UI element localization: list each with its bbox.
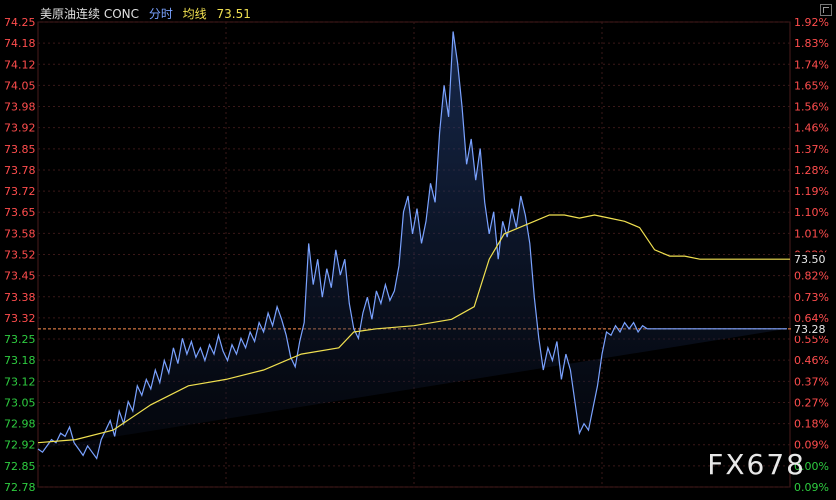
y-tick-label: 74.18 [4, 37, 36, 50]
pct-tick-label: 1.01% [794, 227, 829, 240]
y-tick-label: 74.25 [4, 16, 36, 29]
pct-tick-label: 0.73% [794, 291, 829, 304]
pct-tick-label: 0.82% [794, 270, 829, 283]
y-tick-label: 72.78 [4, 481, 36, 494]
pct-tick-label: 1.46% [794, 122, 829, 135]
y-tick-label: 73.58 [4, 227, 36, 240]
pct-tick-label: 0.09% [794, 481, 829, 494]
pct-tick-label: 1.37% [794, 143, 829, 156]
pct-tick-label: 1.74% [794, 58, 829, 71]
y-tick-label: 74.12 [4, 58, 36, 71]
y-tick-label: 73.32 [4, 312, 36, 325]
last-price-tag: 73.28 [794, 323, 826, 336]
fx678-watermark: FX678 [707, 448, 806, 481]
pct-tick-label: 0.46% [794, 354, 829, 367]
pct-tick-label: 0.18% [794, 418, 829, 431]
pct-tick-label: 1.28% [794, 164, 829, 177]
y-tick-label: 72.92 [4, 439, 36, 452]
y-tick-label: 72.85 [4, 460, 36, 473]
y-tick-label: 73.92 [4, 122, 36, 135]
y-tick-label: 73.05 [4, 396, 36, 409]
y-tick-label: 73.98 [4, 101, 36, 114]
y-tick-label: 73.52 [4, 249, 36, 262]
price-area [38, 31, 787, 459]
pct-tick-label: 1.65% [794, 79, 829, 92]
y-tick-label: 73.85 [4, 143, 36, 156]
y-tick-label: 73.12 [4, 375, 36, 388]
pct-tick-label: 1.10% [794, 206, 829, 219]
y-tick-label: 73.18 [4, 354, 36, 367]
pct-tick-label: 1.19% [794, 185, 829, 198]
y-tick-label: 73.45 [4, 270, 36, 283]
pct-tick-label: 1.92% [794, 16, 829, 29]
y-tick-label: 73.72 [4, 185, 36, 198]
y-tick-label: 73.38 [4, 291, 36, 304]
y-tick-label: 73.65 [4, 206, 36, 219]
pct-tick-label: 0.27% [794, 396, 829, 409]
y-tick-label: 74.05 [4, 79, 36, 92]
y-tick-label: 73.25 [4, 333, 36, 346]
y-tick-label: 72.98 [4, 418, 36, 431]
intraday-chart: 74.25 1.92% 74.18 1.83% 74.12 1.74% 74.05 1.65%… [4, 16, 832, 494]
pct-tick-label: 1.56% [794, 101, 829, 114]
pct-tick-label: 1.83% [794, 37, 829, 50]
last-avg-tag: 73.50 [794, 253, 826, 266]
pct-tick-label: 0.37% [794, 375, 829, 388]
y-tick-label: 73.78 [4, 164, 36, 177]
